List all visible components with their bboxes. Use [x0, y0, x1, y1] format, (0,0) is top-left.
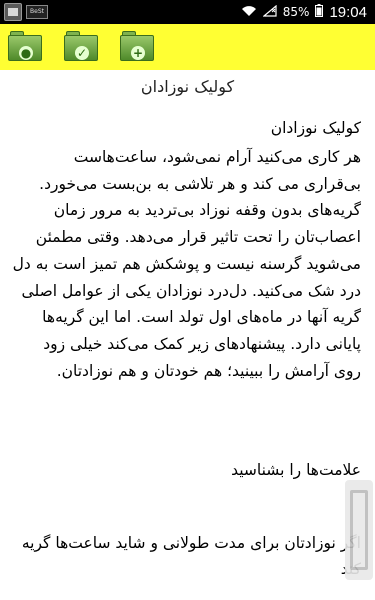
image-notification-icon	[4, 3, 22, 21]
wifi-icon	[241, 5, 257, 20]
section-title: علامت‌ها را بشناسید	[231, 461, 361, 480]
add-symbol: +	[131, 46, 145, 60]
scroll-thumb[interactable]	[345, 480, 373, 580]
no-signal-icon	[262, 4, 277, 20]
folder-add-icon: +	[120, 35, 154, 61]
app-notification-icon: BeSt	[26, 5, 48, 19]
bookmark-symbol: ●	[19, 46, 33, 60]
add-button[interactable]: +	[120, 31, 156, 63]
page-title: کولیک نوزادان	[140, 77, 235, 96]
article-content: کولیک نوزادان هر کاری می‌کنید آرام نمی‌ش…	[12, 114, 361, 582]
app-toolbar: ● ✓ +	[0, 24, 375, 70]
status-bar: BeSt 85% 19:04	[0, 0, 375, 24]
notification-icons: BeSt	[4, 3, 48, 21]
battery-percent: 85%	[282, 5, 310, 19]
article-paragraph-2: اگر نوزادتان برای مدت طولانی و شاید ساعت…	[21, 534, 361, 578]
check-button[interactable]: ✓	[64, 31, 100, 63]
watermark-icon	[350, 490, 368, 570]
check-symbol: ✓	[75, 46, 89, 60]
article-heading: کولیک نوزادان	[270, 119, 361, 137]
battery-icon	[315, 4, 324, 20]
folder-check-icon: ✓	[64, 35, 98, 61]
article-paragraph: هر کاری می‌کنید آرام نمی‌شود، ساعت‌هاست …	[12, 148, 361, 380]
clock: 19:04	[329, 3, 367, 21]
status-indicators: 85% 19:04	[241, 4, 367, 21]
folder-bookmark-icon: ●	[8, 35, 42, 61]
bookmarks-button[interactable]: ●	[8, 31, 44, 63]
